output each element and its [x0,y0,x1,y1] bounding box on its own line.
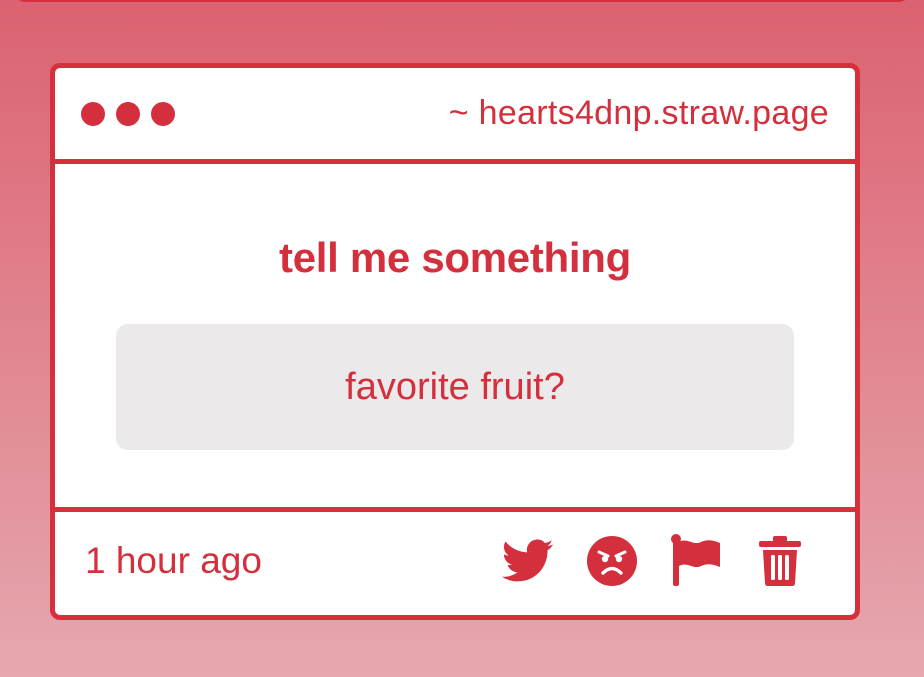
window-dot [116,101,140,126]
window-titlebar: ~ hearts4dnp.straw.page [55,68,855,164]
window-dot [81,101,105,126]
timestamp: 1 hour ago [85,540,262,581]
card-footer: 1 hour ago [55,512,855,610]
flag-icon[interactable] [669,534,723,588]
trash-icon[interactable] [753,534,807,588]
message-body: tell me something favorite fruit? [55,164,855,512]
twitter-icon[interactable] [501,534,555,588]
message-card: ~ hearts4dnp.straw.page tell me somethin… [50,63,860,620]
page-title: tell me something [279,234,631,281]
action-bar [501,534,807,588]
window-dot [151,101,175,126]
question-box: favorite fruit? [116,324,794,450]
angry-face-icon[interactable] [585,534,639,588]
site-url[interactable]: ~ hearts4dnp.straw.page [449,94,829,133]
previous-card-edge [12,0,912,2]
question-text: favorite fruit? [345,365,565,408]
window-dots [81,101,175,126]
